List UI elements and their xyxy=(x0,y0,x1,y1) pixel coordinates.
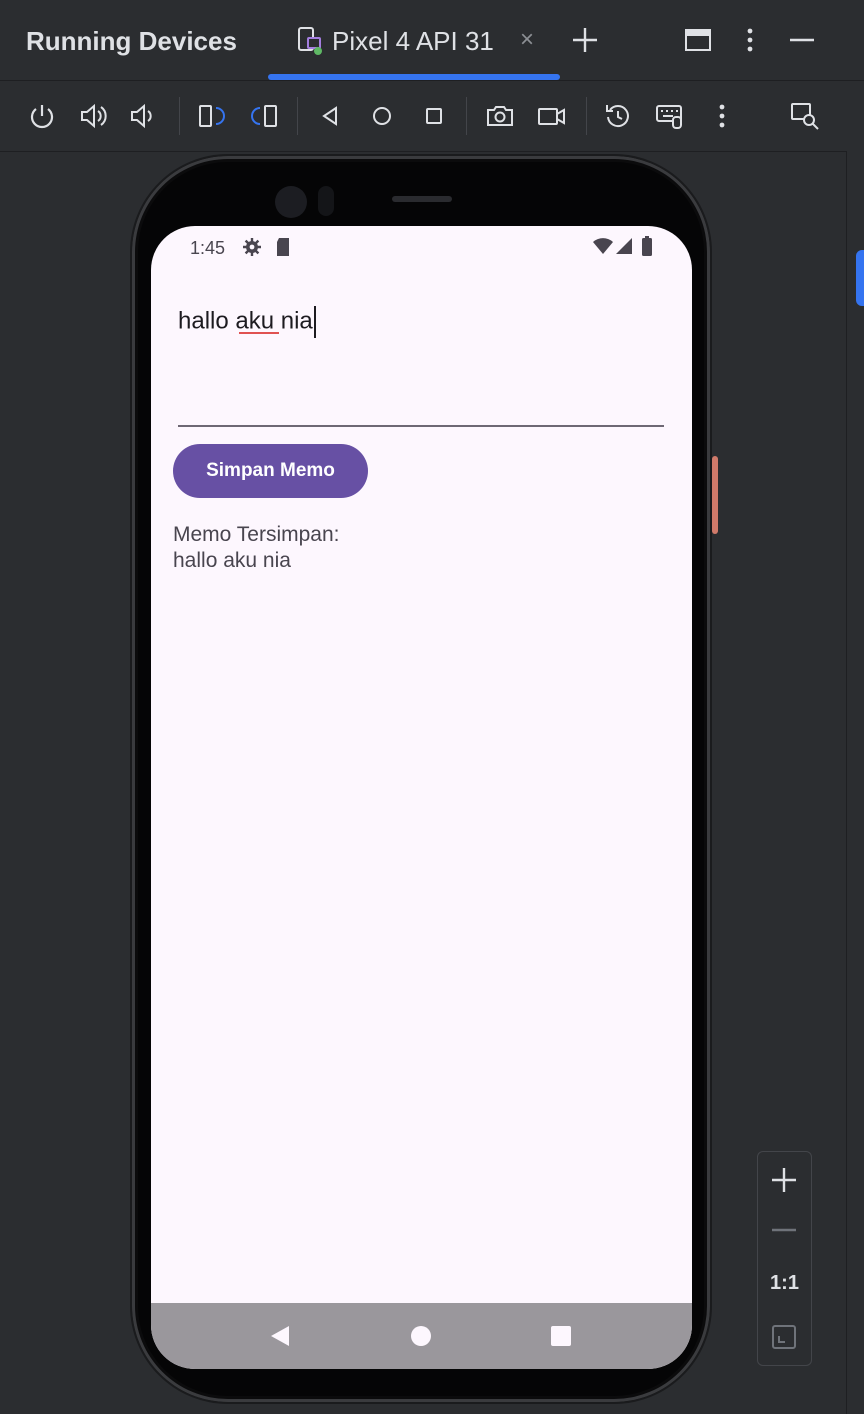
nav-back-icon[interactable] xyxy=(268,1324,292,1348)
device-inspector-icon[interactable] xyxy=(790,101,820,131)
memo-input-value: hallo aku nia xyxy=(178,307,313,335)
toolbar-separator xyxy=(297,97,298,135)
nav-home-icon[interactable] xyxy=(410,1325,432,1347)
volume-up-icon[interactable] xyxy=(79,101,109,131)
input-underline xyxy=(178,425,664,427)
status-clock: 1:45 xyxy=(190,238,226,258)
add-icon[interactable] xyxy=(571,26,599,54)
status-bar: 1:45 xyxy=(151,226,692,270)
navigation-bar xyxy=(151,1303,692,1369)
toolbar-separator xyxy=(586,97,587,135)
device-screen: 1:45 hallo aku nia Simpan Memo Memo Ters… xyxy=(151,226,692,1369)
zoom-out-icon[interactable] xyxy=(770,1220,798,1240)
window-layout-icon[interactable] xyxy=(684,28,712,52)
toolbar-separator xyxy=(179,97,180,135)
device-icon xyxy=(298,27,322,55)
power-icon[interactable] xyxy=(27,101,57,131)
overview-icon[interactable] xyxy=(419,101,449,131)
toolbar-separator xyxy=(466,97,467,135)
tool-window-header: Running Devices Pixel 4 API 31 × xyxy=(0,0,864,81)
volume-down-icon[interactable] xyxy=(129,101,159,131)
sensor xyxy=(318,186,334,216)
reset-icon[interactable] xyxy=(603,101,633,131)
tab-selected-indicator xyxy=(268,74,560,80)
tool-window-title: Running Devices xyxy=(26,26,237,56)
cellular-signal-icon xyxy=(616,238,632,254)
keyboard-icon[interactable] xyxy=(655,101,685,131)
zoom-actual-size-button[interactable]: 1:1 xyxy=(758,1272,811,1295)
screenshot-icon[interactable] xyxy=(485,101,515,131)
more-options-icon[interactable] xyxy=(740,26,760,54)
minimize-icon[interactable] xyxy=(788,30,816,50)
settings-icon xyxy=(243,238,261,256)
more-icon[interactable] xyxy=(707,101,737,131)
earpiece-speaker xyxy=(392,196,452,202)
right-tool-strip xyxy=(846,151,864,1414)
rotate-left-icon[interactable] xyxy=(197,101,227,131)
emulator-toolbar xyxy=(0,81,864,152)
fit-to-window-icon[interactable] xyxy=(771,1324,797,1350)
saved-memo-label: Memo Tersimpan: xyxy=(173,523,340,546)
nav-overview-icon[interactable] xyxy=(550,1325,572,1347)
screen-record-icon[interactable] xyxy=(537,101,567,131)
sd-card-icon xyxy=(277,238,289,256)
wifi-icon xyxy=(593,238,613,254)
zoom-in-icon[interactable] xyxy=(770,1166,798,1194)
battery-icon xyxy=(642,236,652,256)
front-camera xyxy=(275,186,307,218)
scroll-indicator[interactable] xyxy=(856,250,864,306)
zoom-controls: 1:1 xyxy=(757,1151,812,1366)
text-cursor xyxy=(313,306,316,338)
save-memo-button[interactable]: Simpan Memo xyxy=(173,444,368,498)
saved-memo-value: hallo aku nia xyxy=(173,549,291,572)
home-icon[interactable] xyxy=(367,101,397,131)
tab-label: Pixel 4 API 31 xyxy=(332,26,494,56)
tab-close-icon[interactable]: × xyxy=(520,26,534,54)
back-icon[interactable] xyxy=(316,101,346,131)
spellcheck-underline xyxy=(239,332,279,334)
power-key xyxy=(712,456,718,534)
device-tab[interactable]: Pixel 4 API 31 × xyxy=(268,0,560,80)
rotate-right-icon[interactable] xyxy=(249,101,279,131)
